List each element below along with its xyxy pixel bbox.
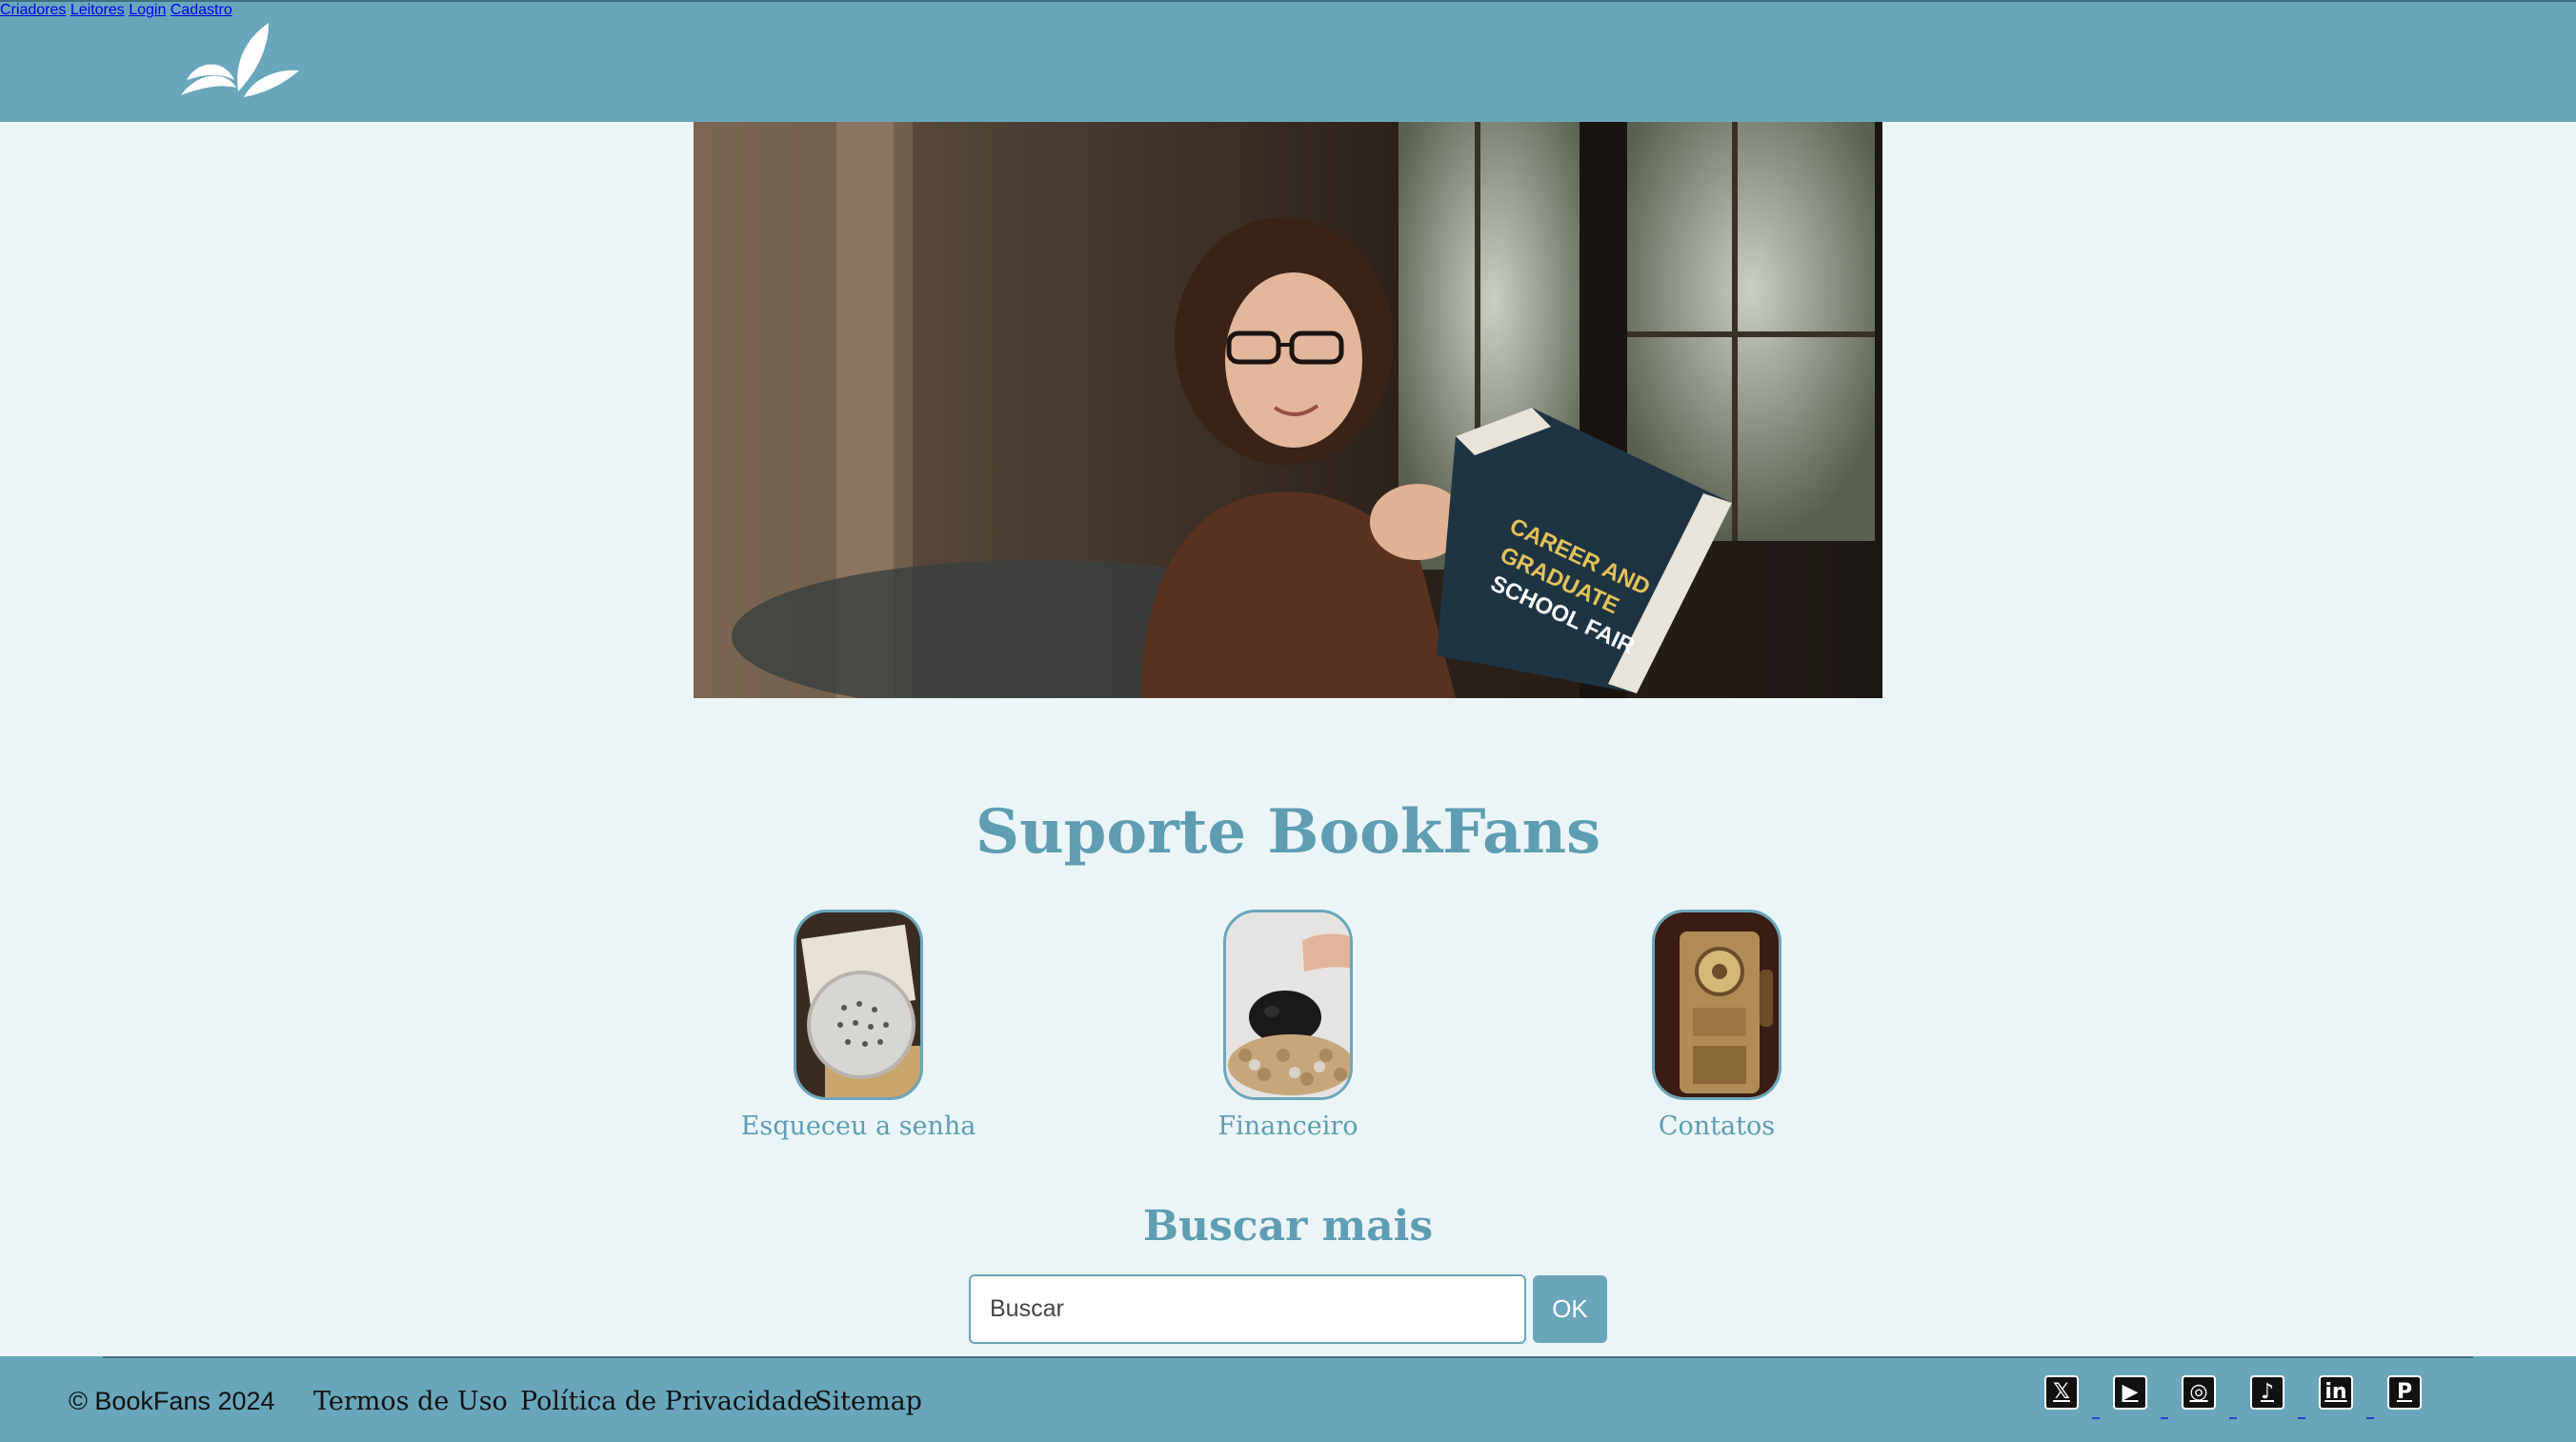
support-card-contacts[interactable]: Contatos xyxy=(1574,910,1860,1141)
linkedin-icon[interactable]: in xyxy=(2319,1375,2353,1410)
nav-creators-link[interactable]: Criadores xyxy=(0,2,66,18)
footer-sitemap-link[interactable]: Sitemap xyxy=(815,1387,922,1416)
password-thumbnail[interactable] xyxy=(794,910,923,1100)
link-underline xyxy=(2366,1417,2374,1419)
support-card-password-label[interactable]: Esqueceu a senha xyxy=(715,1112,1001,1141)
financial-thumbnail[interactable] xyxy=(1223,910,1353,1100)
search-ok-button[interactable]: OK xyxy=(1533,1275,1607,1343)
footer-terms-link[interactable]: Termos de Uso xyxy=(313,1387,508,1416)
support-card-financial-label[interactable]: Financeiro xyxy=(1145,1112,1431,1141)
support-card-password[interactable]: Esqueceu a senha xyxy=(715,910,1001,1141)
site-header: Criadores Leitores Login Cadastro xyxy=(0,0,2576,122)
footer-privacy-link[interactable]: Política de Privacidade xyxy=(520,1387,818,1416)
link-underline xyxy=(2298,1417,2305,1419)
nav-login-link[interactable]: Login xyxy=(129,2,166,18)
link-underline xyxy=(2161,1417,2168,1419)
nav-signup-link[interactable]: Cadastro xyxy=(171,2,232,18)
tiktok-icon[interactable]: ♪ xyxy=(2250,1375,2284,1410)
instagram-icon[interactable]: ◎ xyxy=(2182,1375,2216,1410)
search-input[interactable] xyxy=(969,1274,1526,1344)
bookfans-logo-icon[interactable] xyxy=(177,21,301,107)
nav-readers-link[interactable]: Leitores xyxy=(70,2,125,18)
hero-image: CAREER AND GRADUATE SCHOOL FAIR xyxy=(694,122,1882,698)
support-title: Suporte BookFans xyxy=(975,796,1601,868)
search-title: Buscar mais xyxy=(1142,1202,1434,1251)
footer-copyright: © BookFans 2024 xyxy=(69,1387,275,1415)
contacts-thumbnail[interactable] xyxy=(1652,910,1781,1100)
support-card-financial[interactable]: Financeiro xyxy=(1145,910,1431,1141)
support-card-contacts-label[interactable]: Contatos xyxy=(1574,1112,1860,1141)
footer-divider xyxy=(103,1356,2473,1358)
link-underline xyxy=(2092,1417,2100,1419)
link-underline xyxy=(2229,1417,2237,1419)
youtube-icon[interactable]: ▶ xyxy=(2113,1375,2147,1410)
pinterest-icon[interactable]: P xyxy=(2387,1375,2422,1410)
x-icon[interactable]: 𝕏 xyxy=(2044,1375,2079,1410)
